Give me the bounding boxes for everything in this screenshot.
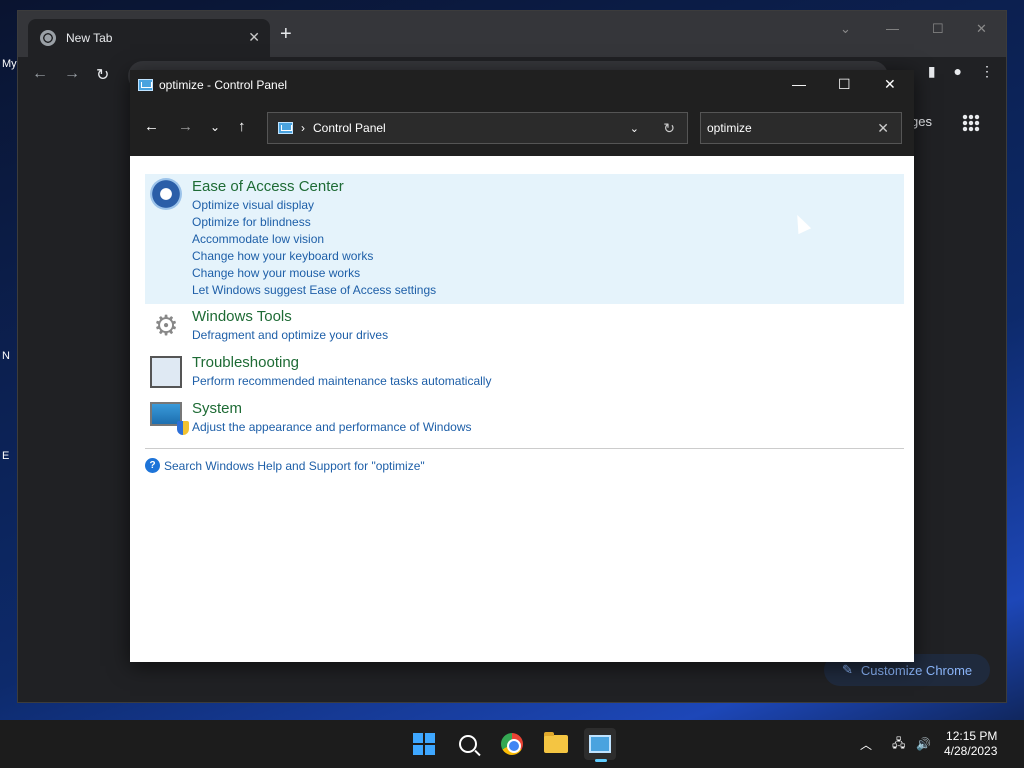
images-link[interactable]: ges bbox=[911, 114, 932, 129]
volume-icon[interactable]: 🔊 bbox=[916, 720, 931, 768]
minimize-icon[interactable]: — bbox=[886, 21, 899, 36]
control-panel-icon bbox=[138, 79, 153, 91]
gear-icon: ⚙ bbox=[153, 310, 179, 341]
recent-locations-icon[interactable]: ⌄ bbox=[210, 120, 220, 134]
chrome-icon bbox=[501, 733, 523, 755]
result-link-text: Adjust the appearance and performance of… bbox=[192, 420, 472, 434]
result-link[interactable]: Change how your mouse works bbox=[192, 266, 360, 280]
chrome-toolbar-actions: ▮ ● ⋮ bbox=[928, 63, 994, 80]
breadcrumb[interactable]: Control Panel bbox=[313, 121, 386, 135]
result-windows-tools: ⚙ Windows Tools Defragment and optimize … bbox=[145, 308, 904, 348]
close-icon[interactable]: ✕ bbox=[976, 21, 987, 37]
close-tab-icon[interactable]: ✕ bbox=[248, 29, 260, 46]
search-input[interactable]: optimize ✕ bbox=[700, 112, 902, 144]
chrome-tab-title: New Tab bbox=[66, 31, 113, 45]
chevron-up-icon: ︿ bbox=[860, 737, 873, 752]
troubleshooting-icon bbox=[150, 356, 182, 388]
chrome-tab-strip: New Tab ✕ + ⌄ — ☐ ✕ bbox=[18, 11, 1006, 57]
taskbar-file-explorer[interactable] bbox=[540, 728, 572, 760]
taskbar-control-panel[interactable] bbox=[584, 728, 616, 762]
search-value: optimize bbox=[707, 121, 752, 135]
chrome-favicon-icon bbox=[40, 30, 56, 46]
result-link[interactable]: Perform recommended maintenance tasks au… bbox=[192, 374, 491, 388]
help-link-text: Search Windows Help and Support for "opt… bbox=[164, 458, 425, 473]
clear-search-icon[interactable]: ✕ bbox=[877, 120, 889, 137]
windows-logo-icon bbox=[413, 733, 435, 755]
navigation-bar: ← → ⌄ ↑ › Control Panel ⌄ ↻ optimize ✕ bbox=[130, 100, 914, 156]
chrome-tab[interactable]: New Tab ✕ bbox=[28, 19, 270, 57]
breadcrumb-separator-icon: › bbox=[301, 121, 305, 135]
back-button[interactable]: ← bbox=[144, 118, 159, 135]
clock[interactable]: 12:15 PM 4/28/2023 bbox=[944, 729, 997, 759]
control-panel-icon bbox=[589, 735, 611, 753]
apps-grid-icon[interactable] bbox=[962, 114, 980, 132]
result-ease-of-access: Ease of Access Center Optimize visual di… bbox=[145, 174, 904, 304]
result-link[interactable]: Change how your keyboard works bbox=[192, 249, 373, 263]
up-button[interactable]: ↑ bbox=[238, 118, 246, 135]
new-tab-button[interactable]: + bbox=[280, 23, 292, 46]
maximize-icon[interactable]: ☐ bbox=[932, 21, 944, 37]
folder-icon bbox=[544, 732, 568, 753]
taskbar-chrome[interactable] bbox=[496, 728, 528, 760]
control-panel-window: optimize - Control Panel — ☐ ✕ ← → ⌄ ↑ ›… bbox=[130, 70, 914, 662]
result-system: System Adjust the appearance and perform… bbox=[145, 400, 904, 440]
taskbar: ︿ 🖧 🔊 12:15 PM 4/28/2023 bbox=[0, 720, 1024, 768]
title-bar: optimize - Control Panel — ☐ ✕ bbox=[130, 70, 914, 100]
show-hidden-icons[interactable]: ︿ bbox=[860, 720, 872, 768]
reload-icon[interactable]: ↻ bbox=[96, 65, 109, 85]
clock-time: 12:15 PM bbox=[946, 729, 998, 743]
close-button[interactable]: ✕ bbox=[884, 76, 896, 93]
results-pane: Ease of Access Center Optimize visual di… bbox=[130, 156, 914, 662]
profile-icon[interactable]: ● bbox=[954, 63, 962, 80]
start-button[interactable] bbox=[408, 728, 440, 760]
address-dropdown-icon[interactable]: ⌄ bbox=[630, 122, 639, 135]
result-troubleshooting: Troubleshooting Perform recommended main… bbox=[145, 354, 904, 394]
window-title: optimize - Control Panel bbox=[159, 78, 288, 92]
address-bar[interactable]: › Control Panel ⌄ ↻ bbox=[267, 112, 688, 144]
back-icon[interactable]: ← bbox=[32, 65, 48, 83]
admin-shield-icon bbox=[177, 420, 189, 435]
clock-date: 4/28/2023 bbox=[944, 744, 998, 758]
network-icon[interactable]: 🖧 bbox=[892, 720, 905, 768]
result-link[interactable]: Adjust the appearance and performance of… bbox=[177, 420, 472, 435]
ease-of-access-icon bbox=[150, 178, 182, 210]
forward-button[interactable]: → bbox=[178, 118, 193, 135]
result-title[interactable]: Windows Tools bbox=[192, 308, 292, 325]
minimize-button[interactable]: — bbox=[792, 76, 806, 92]
result-title[interactable]: Ease of Access Center bbox=[192, 178, 344, 195]
result-title[interactable]: Troubleshooting bbox=[192, 354, 299, 371]
sidebar-icon[interactable]: ▮ bbox=[928, 63, 936, 80]
result-link[interactable]: Accommodate low vision bbox=[192, 232, 324, 246]
result-title[interactable]: System bbox=[192, 400, 242, 417]
forward-icon[interactable]: → bbox=[64, 65, 80, 83]
maximize-button[interactable]: ☐ bbox=[838, 76, 851, 93]
refresh-icon[interactable]: ↻ bbox=[663, 120, 675, 137]
divider bbox=[145, 448, 904, 449]
help-search-link[interactable]: ? Search Windows Help and Support for "o… bbox=[145, 458, 425, 473]
pencil-icon: ✎ bbox=[842, 662, 853, 677]
help-icon: ? bbox=[145, 458, 160, 473]
search-button[interactable] bbox=[452, 728, 484, 760]
result-link[interactable]: Let Windows suggest Ease of Access setti… bbox=[192, 283, 436, 297]
control-panel-icon bbox=[278, 122, 293, 134]
customize-chrome-label: Customize Chrome bbox=[860, 662, 973, 678]
tab-search-icon[interactable]: ⌄ bbox=[840, 21, 851, 37]
result-link[interactable]: Optimize visual display bbox=[192, 198, 314, 212]
search-icon bbox=[459, 735, 477, 753]
result-link[interactable]: Defragment and optimize your drives bbox=[192, 328, 388, 342]
result-link[interactable]: Optimize for blindness bbox=[192, 215, 311, 229]
menu-icon[interactable]: ⋮ bbox=[980, 63, 994, 80]
